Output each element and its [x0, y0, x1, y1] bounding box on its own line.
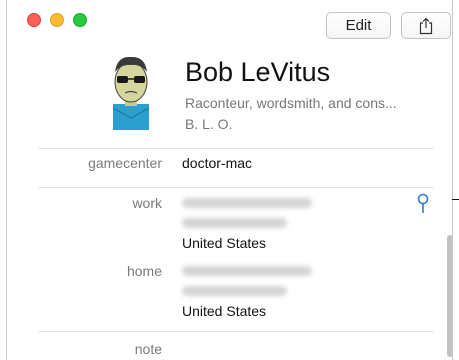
close-window-button[interactable]	[27, 13, 41, 27]
scrollbar-thumb[interactable]	[447, 235, 452, 357]
contact-subtitle: Raconteur, wordsmith, and cons...	[185, 95, 397, 111]
share-button[interactable]	[401, 12, 451, 39]
contact-name: Bob LeVitus	[185, 57, 331, 87]
callout-line	[452, 199, 459, 200]
work-address-country[interactable]: United States	[182, 235, 266, 251]
gamecenter-value[interactable]: doctor-mac	[182, 155, 252, 171]
contact-initials: B. L. O.	[185, 116, 233, 132]
field-divider	[38, 331, 434, 332]
share-icon	[419, 17, 433, 34]
home-address-line-1-redacted	[182, 266, 312, 276]
edit-button[interactable]: Edit	[326, 12, 391, 39]
contact-avatar	[112, 56, 150, 130]
work-address-line-2-redacted	[182, 218, 287, 228]
field-divider	[38, 187, 434, 188]
home-address-label: home	[126, 263, 162, 279]
minimize-window-button[interactable]	[50, 13, 64, 27]
scrollbar[interactable]	[445, 142, 452, 360]
note-label: note	[134, 341, 162, 357]
gamecenter-label: gamecenter	[88, 155, 162, 171]
header-divider	[38, 148, 434, 149]
zoom-window-button[interactable]	[73, 13, 87, 27]
home-address-line-2-redacted	[182, 286, 287, 296]
work-address-line-1-redacted	[182, 198, 312, 208]
contact-card-window: Edit Bob LeVitus Raconteur, wordsmith, a…	[6, 0, 453, 360]
map-pin-icon[interactable]	[416, 193, 430, 215]
home-address-country[interactable]: United States	[182, 303, 266, 319]
work-address-label: work	[132, 195, 162, 211]
